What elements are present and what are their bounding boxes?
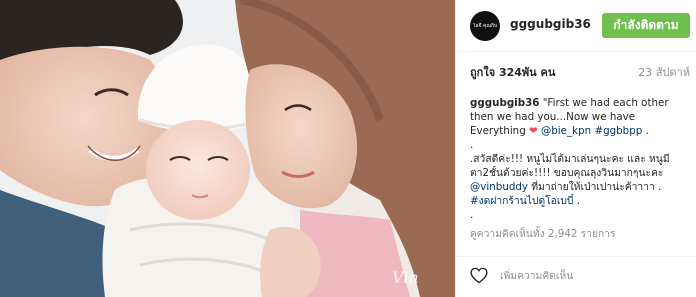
post-header: ไอจี คุณกิ๊บ @gggubgib36 gggubgib36 กำลั… bbox=[456, 0, 696, 52]
view-all-comments-link[interactable]: ดูความคิดเห็นทั้ง 2,942 รายการ bbox=[470, 225, 616, 242]
avatar[interactable]: ไอจี คุณกิ๊บ @gggubgib36 bbox=[470, 11, 500, 41]
caption-line: .สวัสดีค่ะ!!! หนูไม่ได้มาเล่นๆนะคะ และ ห… bbox=[470, 153, 670, 165]
heart-outline-icon[interactable] bbox=[470, 267, 488, 284]
following-button[interactable]: กำลังติดตาม bbox=[602, 13, 690, 38]
caption-line: . bbox=[470, 209, 474, 221]
caption-line: #งดฝากร้านไปดูโอเบบี๋ . bbox=[470, 194, 686, 208]
caption-text: ที่มาถ่ายให้เป่าเปาน่ะค้าาาา . bbox=[528, 181, 662, 193]
hashtag-link[interactable]: #ggbbpp bbox=[594, 125, 642, 137]
mention-link[interactable]: @bie_kpn bbox=[541, 125, 591, 137]
caption-line: ตา2ชั้นด้วยค่ะ!!!! ขอบคุณลุงวินมากๆนะคะ bbox=[470, 167, 664, 179]
caption-line: then we had you...Now we have bbox=[470, 111, 636, 123]
hashtag-link[interactable]: #งดฝากร้านไปดูโอเบบี๋ bbox=[470, 195, 573, 207]
caption-line: Everything ❤ @bie_kpn #ggbbpp . bbox=[470, 124, 686, 138]
instagram-post: Vin ไอจี คุณกิ๊บ @gggubgib36 gggubgib36 … bbox=[0, 0, 696, 297]
caption-text: . bbox=[573, 195, 580, 207]
avatar-text: ไอจี คุณกิ๊บ @gggubgib36 bbox=[473, 23, 497, 29]
mention-link[interactable]: @vinbuddy bbox=[470, 181, 528, 193]
username-link[interactable]: gggubgib36 bbox=[510, 17, 591, 31]
photographer-watermark: Vin bbox=[392, 268, 419, 287]
likes-count[interactable]: ถูกใจ 324พัน คน bbox=[470, 63, 555, 81]
caption-text: Everything bbox=[470, 125, 530, 137]
post-date[interactable]: 23 สัปดาห์ bbox=[638, 63, 690, 81]
caption-line: gggubgib36 "First we had each other bbox=[470, 96, 686, 110]
heart-icon: ❤ bbox=[529, 125, 538, 137]
caption-line: @vinbuddy ที่มาถ่ายให้เป่าเปาน่ะค้าาาา . bbox=[470, 180, 686, 194]
post-side-panel: ไอจี คุณกิ๊บ @gggubgib36 gggubgib36 กำลั… bbox=[455, 0, 696, 297]
family-photo-illustration bbox=[0, 0, 455, 297]
post-footer bbox=[456, 256, 696, 297]
add-comment-input[interactable] bbox=[500, 267, 680, 285]
caption-text: "First we had each other bbox=[539, 97, 669, 109]
caption-line: . bbox=[470, 139, 474, 151]
post-caption: gggubgib36 "First we had each other then… bbox=[470, 96, 686, 222]
post-stats: ถูกใจ 324พัน คน 23 สัปดาห์ bbox=[470, 63, 690, 83]
post-photo[interactable]: Vin bbox=[0, 0, 455, 297]
caption-username[interactable]: gggubgib36 bbox=[470, 97, 539, 109]
caption-text: . bbox=[642, 125, 649, 137]
